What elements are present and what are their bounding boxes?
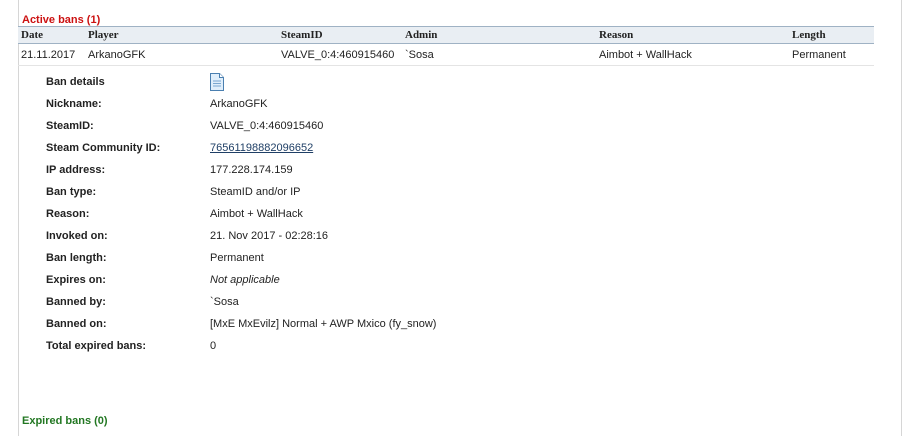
detail-value-invoked-on: 21. Nov 2017 - 02:28:16	[210, 230, 329, 242]
column-header-admin[interactable]: Admin	[402, 26, 596, 44]
detail-value-nickname: ArkanoGFK	[210, 98, 268, 110]
detail-row-banned-on: Banned on: [MxE MxEvilz] Normal + AWP Mx…	[46, 313, 646, 335]
detail-row-ban-length: Ban length: Permanent	[46, 247, 646, 269]
detail-value-banned-by: `Sosa	[210, 296, 239, 308]
detail-value-steamid: VALVE_0:4:460915460	[210, 120, 324, 132]
detail-row-total-expired-bans: Total expired bans: 0	[46, 335, 646, 357]
detail-row-steamid: SteamID: VALVE_0:4:460915460	[46, 115, 646, 137]
detail-label: Banned on:	[46, 318, 107, 330]
table-header-row: Date Player SteamID Admin Reason Length	[18, 26, 874, 44]
detail-row-reason: Reason: Aimbot + WallHack	[46, 203, 646, 225]
detail-label: Total expired bans:	[46, 340, 147, 352]
detail-label: IP address:	[46, 164, 106, 176]
detail-row-nickname: Nickname: ArkanoGFK	[46, 93, 646, 115]
cell-admin: `Sosa	[402, 43, 596, 66]
detail-label: Banned by:	[46, 296, 106, 308]
detail-value-expires-on: Not applicable	[210, 274, 280, 286]
detail-value-container: 76561198882096652	[210, 137, 313, 159]
detail-row-invoked-on: Invoked on: 21. Nov 2017 - 02:28:16	[46, 225, 646, 247]
detail-value-ip-address: 177.228.174.159	[210, 164, 293, 176]
detail-label: Reason:	[46, 208, 90, 220]
detail-row-ip-address: IP address: 177.228.174.159	[46, 159, 646, 181]
detail-label: Steam Community ID:	[46, 142, 161, 154]
active-bans-table: Date Player SteamID Admin Reason Length …	[18, 26, 874, 66]
column-header-reason[interactable]: Reason	[596, 26, 789, 44]
detail-label: Ban type:	[46, 186, 97, 198]
detail-row-expires-on: Expires on: Not applicable	[46, 269, 646, 291]
detail-label: Expires on:	[46, 274, 106, 286]
detail-value-banned-on: [MxE MxEvilz] Normal + AWP Mxico (fy_sno…	[210, 318, 437, 330]
column-header-length[interactable]: Length	[789, 26, 874, 44]
expired-bans-title: Expired bans (0)	[22, 415, 108, 427]
detail-label: Invoked on:	[46, 230, 108, 242]
detail-label: SteamID:	[46, 120, 94, 132]
cell-reason: Aimbot + WallHack	[596, 43, 789, 66]
steam-community-link[interactable]: 76561198882096652	[210, 142, 313, 154]
detail-value-ban-length: Permanent	[210, 252, 264, 264]
detail-row-community-id: Steam Community ID: 76561198882096652	[46, 137, 646, 159]
column-header-steamid[interactable]: SteamID	[278, 26, 402, 44]
table-row[interactable]: 21.11.2017 ArkanoGFK VALVE_0:4:460915460…	[18, 43, 874, 66]
document-icon[interactable]	[209, 73, 225, 91]
cell-date: 21.11.2017	[18, 43, 85, 66]
detail-value-ban-type: SteamID and/or IP	[210, 186, 301, 198]
cell-length: Permanent	[789, 43, 874, 66]
detail-label: Nickname:	[46, 98, 102, 110]
column-header-player[interactable]: Player	[85, 26, 278, 44]
ban-details: Ban details Nickname: ArkanoGFK SteamID:…	[46, 71, 646, 357]
detail-label: Ban length:	[46, 252, 107, 264]
cell-steamid: VALVE_0:4:460915460	[278, 43, 402, 66]
column-header-date[interactable]: Date	[18, 26, 85, 44]
active-bans-title: Active bans (1)	[22, 14, 101, 26]
cell-player: ArkanoGFK	[85, 43, 278, 66]
ban-details-header: Ban details	[46, 71, 646, 93]
ban-details-label: Ban details	[46, 76, 105, 88]
detail-value-reason: Aimbot + WallHack	[210, 208, 303, 220]
detail-row-ban-type: Ban type: SteamID and/or IP	[46, 181, 646, 203]
detail-row-banned-by: Banned by: `Sosa	[46, 291, 646, 313]
detail-value-total-expired-bans: 0	[210, 340, 217, 352]
